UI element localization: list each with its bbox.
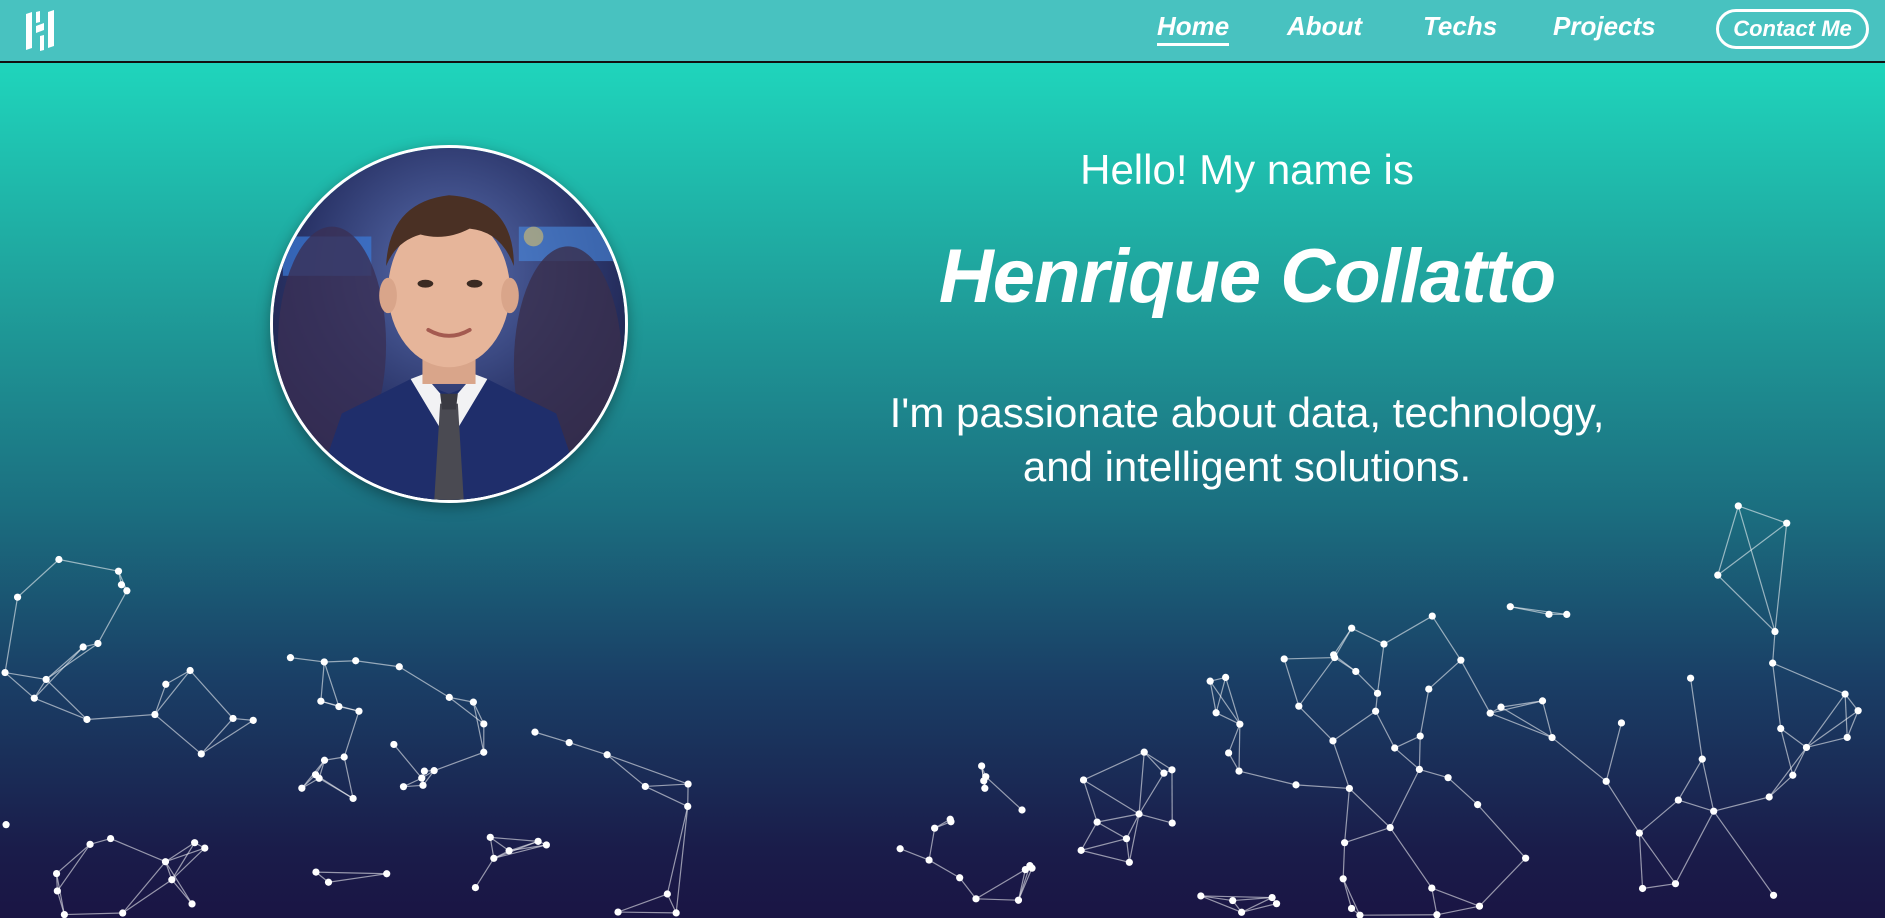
tagline-line-2: and intelligent solutions. xyxy=(1022,443,1472,490)
tagline-line-1: I'm passionate about data, technology, xyxy=(889,389,1605,436)
greeting-text: Hello! My name is xyxy=(1080,146,1414,193)
nav-home-link[interactable]: Home xyxy=(1157,10,1230,46)
logo-icon[interactable] xyxy=(22,8,58,54)
profile-photo xyxy=(270,145,628,503)
profile-photo-illustration xyxy=(273,148,625,500)
contact-me-button[interactable]: Contact Me xyxy=(1716,9,1869,49)
nav-about-link[interactable]: About xyxy=(1287,10,1362,42)
hero-name-heading: Henrique Collatto xyxy=(938,234,1556,319)
hero-section: Hello! My name is Henrique Collatto I'm … xyxy=(0,63,1885,918)
tagline-text: I'm passionate about data, technology, a… xyxy=(847,386,1647,494)
hero-text-block: Hello! My name is Henrique Collatto I'm … xyxy=(847,143,1647,494)
navbar: Home About Techs Projects Contact Me xyxy=(0,0,1885,63)
nav-projects-link[interactable]: Projects xyxy=(1553,10,1656,42)
network-nodes xyxy=(1,502,1862,918)
nav-techs-link[interactable]: Techs xyxy=(1423,10,1497,42)
network-lines xyxy=(4,505,1859,916)
